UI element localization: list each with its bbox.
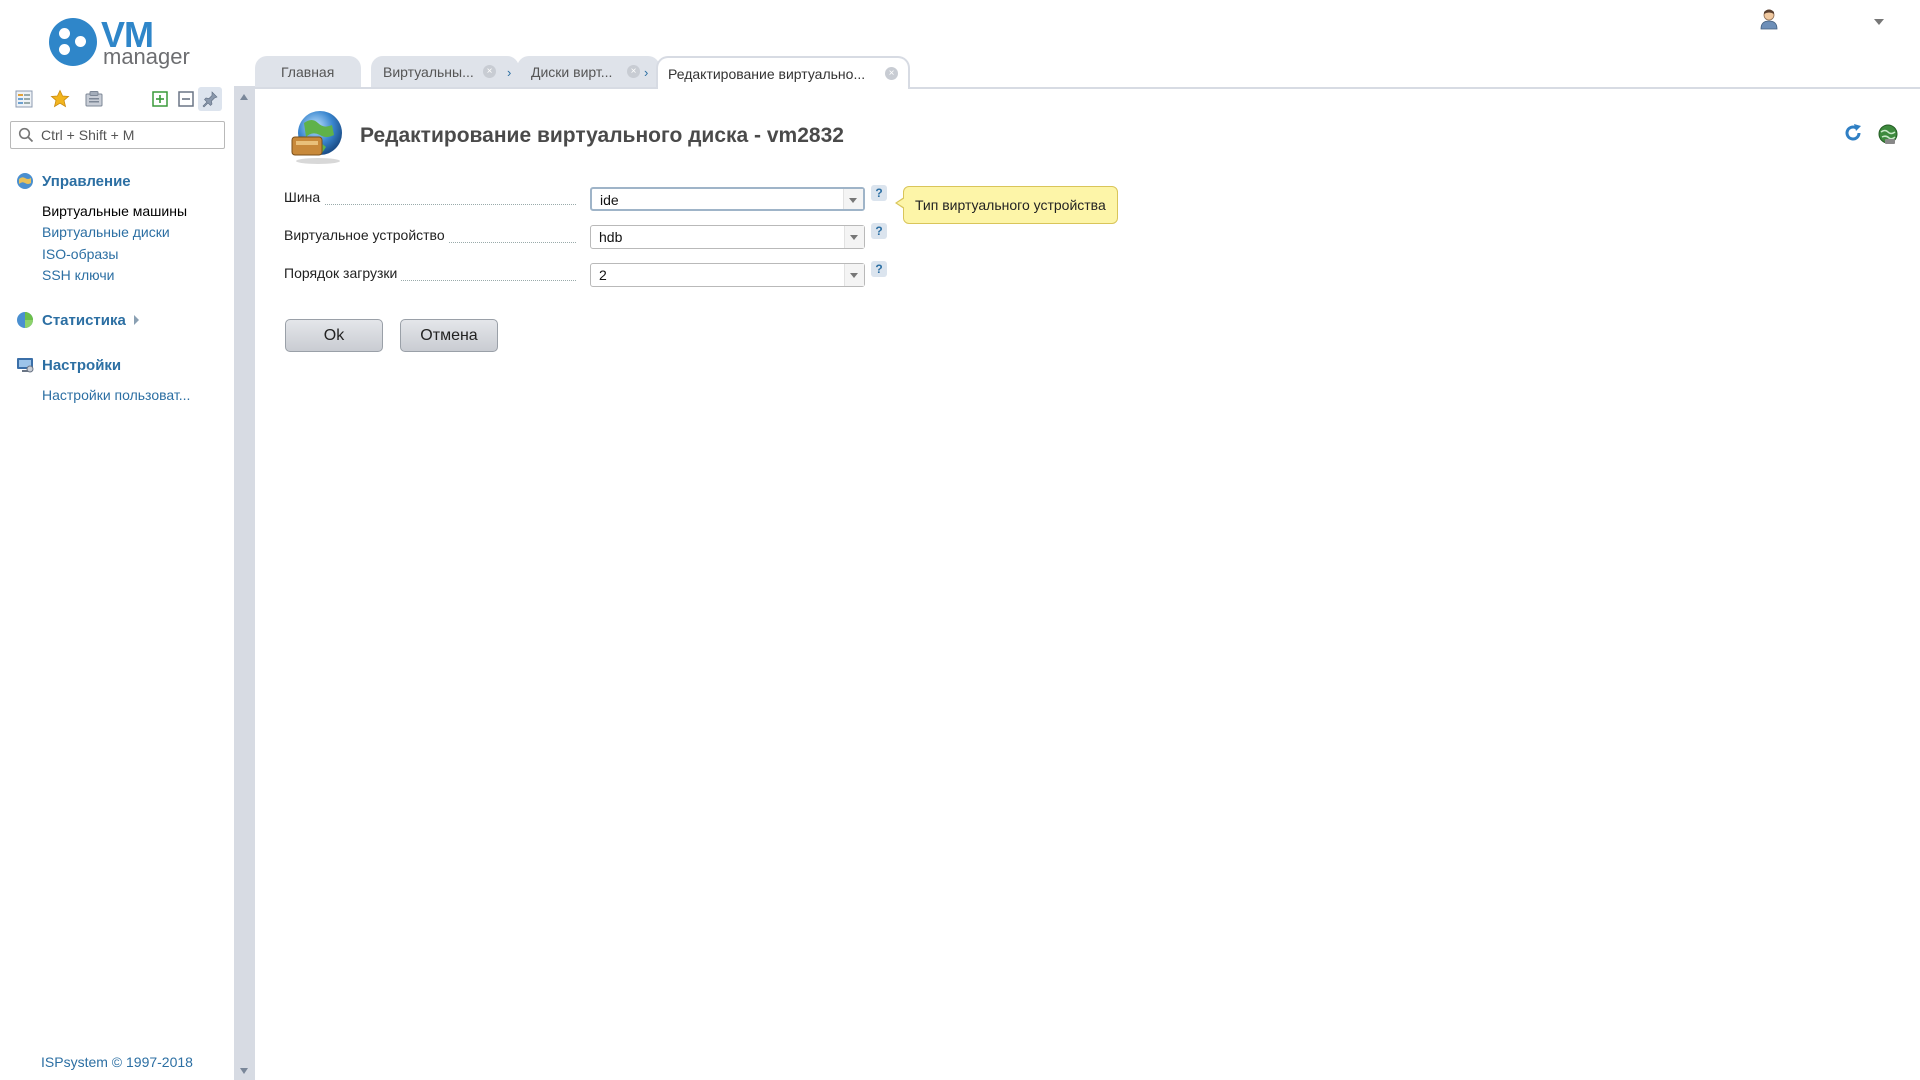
management-globe-icon	[17, 173, 33, 189]
page-title: Редактирование виртуального диска - vm28…	[360, 124, 844, 147]
help-icon[interactable]: ?	[871, 185, 887, 201]
label-leader-dots	[284, 204, 576, 205]
logo-manager-text: manager	[103, 44, 190, 69]
tab-label: Диски вирт...	[531, 63, 613, 80]
scroll-up-icon[interactable]	[240, 94, 248, 100]
statistics-pie-icon	[17, 312, 33, 328]
menu-group-management-header[interactable]: Управление	[16, 170, 131, 192]
field-label-device: Виртуальное устройство	[284, 227, 449, 243]
tab-virtual-disks[interactable]: Диски вирт... ×	[517, 56, 660, 87]
refresh-icon[interactable]	[1843, 123, 1863, 143]
logo-circle-icon	[49, 18, 97, 66]
tab-label: Редактирование виртуально...	[668, 65, 866, 82]
collapse-all-icon[interactable]	[174, 87, 198, 111]
breadcrumb-chevron-icon: ›	[644, 65, 649, 80]
web-globe-icon[interactable]	[1877, 123, 1899, 145]
footer-copyright[interactable]: ISPsystem © 1997-2018	[41, 1054, 193, 1070]
menu-search-box[interactable]	[10, 121, 225, 149]
ok-button[interactable]: Ok	[285, 319, 383, 352]
user-avatar-icon	[1760, 9, 1778, 30]
vmmanager-logo[interactable]: VM manager	[49, 14, 190, 72]
help-icon[interactable]: ?	[871, 223, 887, 239]
settings-monitor-icon	[17, 358, 34, 373]
menu-item-ssh-keys[interactable]: SSH ключи	[42, 267, 114, 283]
pin-icon[interactable]	[198, 87, 222, 111]
help-tooltip: Тип виртуального устройства	[895, 186, 1118, 224]
chevron-right-icon	[133, 315, 139, 325]
close-icon[interactable]: ×	[885, 67, 898, 80]
menu-group-statistics-header[interactable]: Статистика	[16, 309, 139, 331]
close-icon[interactable]: ×	[627, 65, 640, 78]
boot-order-select[interactable]: 2	[590, 263, 865, 287]
menu-group-title: Статистика	[42, 311, 126, 329]
device-select-value: hdb	[599, 229, 623, 245]
bus-select-value: ide	[600, 192, 619, 208]
sidebar: VM manager Управление Виртуальные	[0, 0, 234, 1080]
breadcrumb-chevron-icon: ›	[507, 65, 512, 80]
menu-group-title: Управление	[42, 172, 131, 190]
tab-label: Виртуальны...	[383, 63, 474, 80]
menu-group-settings-header[interactable]: Настройки	[16, 354, 121, 376]
search-icon	[18, 127, 34, 143]
user-menu[interactable]	[1755, 6, 1895, 34]
tab-label: Главная	[281, 63, 335, 80]
chevron-down-icon[interactable]	[843, 189, 863, 209]
chevron-down-icon[interactable]	[844, 264, 864, 286]
tab-edit-virtual-disk[interactable]: Редактирование виртуально... ×	[656, 56, 910, 89]
favorites-star-icon[interactable]	[48, 87, 72, 111]
menu-group-title: Настройки	[42, 356, 122, 374]
tab-home[interactable]: Главная	[255, 56, 361, 87]
bus-select[interactable]: ide	[590, 187, 865, 211]
menu-item-virtual-machines[interactable]: Виртуальные машины	[42, 203, 187, 219]
sidebar-toolbar	[12, 87, 224, 111]
device-select[interactable]: hdb	[590, 225, 865, 249]
chevron-down-icon[interactable]	[844, 226, 864, 248]
boot-order-select-value: 2	[599, 267, 607, 283]
tab-virtual-machines[interactable]: Виртуальны... ×	[371, 56, 519, 87]
field-label-boot-order: Порядок загрузки	[284, 265, 402, 281]
menu-search-input[interactable]	[41, 126, 217, 144]
menu-item-iso-images[interactable]: ISO-образы	[42, 246, 118, 262]
menu-item-virtual-disks[interactable]: Виртуальные диски	[42, 224, 170, 240]
tab-bar: Главная Виртуальны... × › Диски вирт... …	[255, 56, 1920, 89]
clipboard-icon[interactable]	[82, 87, 106, 111]
cancel-button[interactable]: Отмена	[400, 319, 498, 352]
scroll-down-icon[interactable]	[240, 1068, 248, 1074]
form-row-device: Виртуальное устройство hdb ?	[284, 223, 1184, 249]
sidebar-scrollbar[interactable]	[234, 86, 255, 1080]
tree-view-icon[interactable]	[12, 87, 36, 111]
help-icon[interactable]: ?	[871, 261, 887, 277]
expand-all-icon[interactable]	[148, 87, 172, 111]
menu-item-user-settings[interactable]: Настройки пользоват...	[42, 387, 190, 403]
virtual-disk-globe-icon	[291, 111, 342, 164]
close-icon[interactable]: ×	[483, 65, 496, 78]
field-label-bus: Шина	[284, 189, 325, 205]
form-row-boot-order: Порядок загрузки 2 ?	[284, 261, 1184, 287]
main-content: Редактирование виртуального диска - vm28…	[255, 90, 1920, 1080]
chevron-down-icon[interactable]	[1874, 19, 1884, 25]
